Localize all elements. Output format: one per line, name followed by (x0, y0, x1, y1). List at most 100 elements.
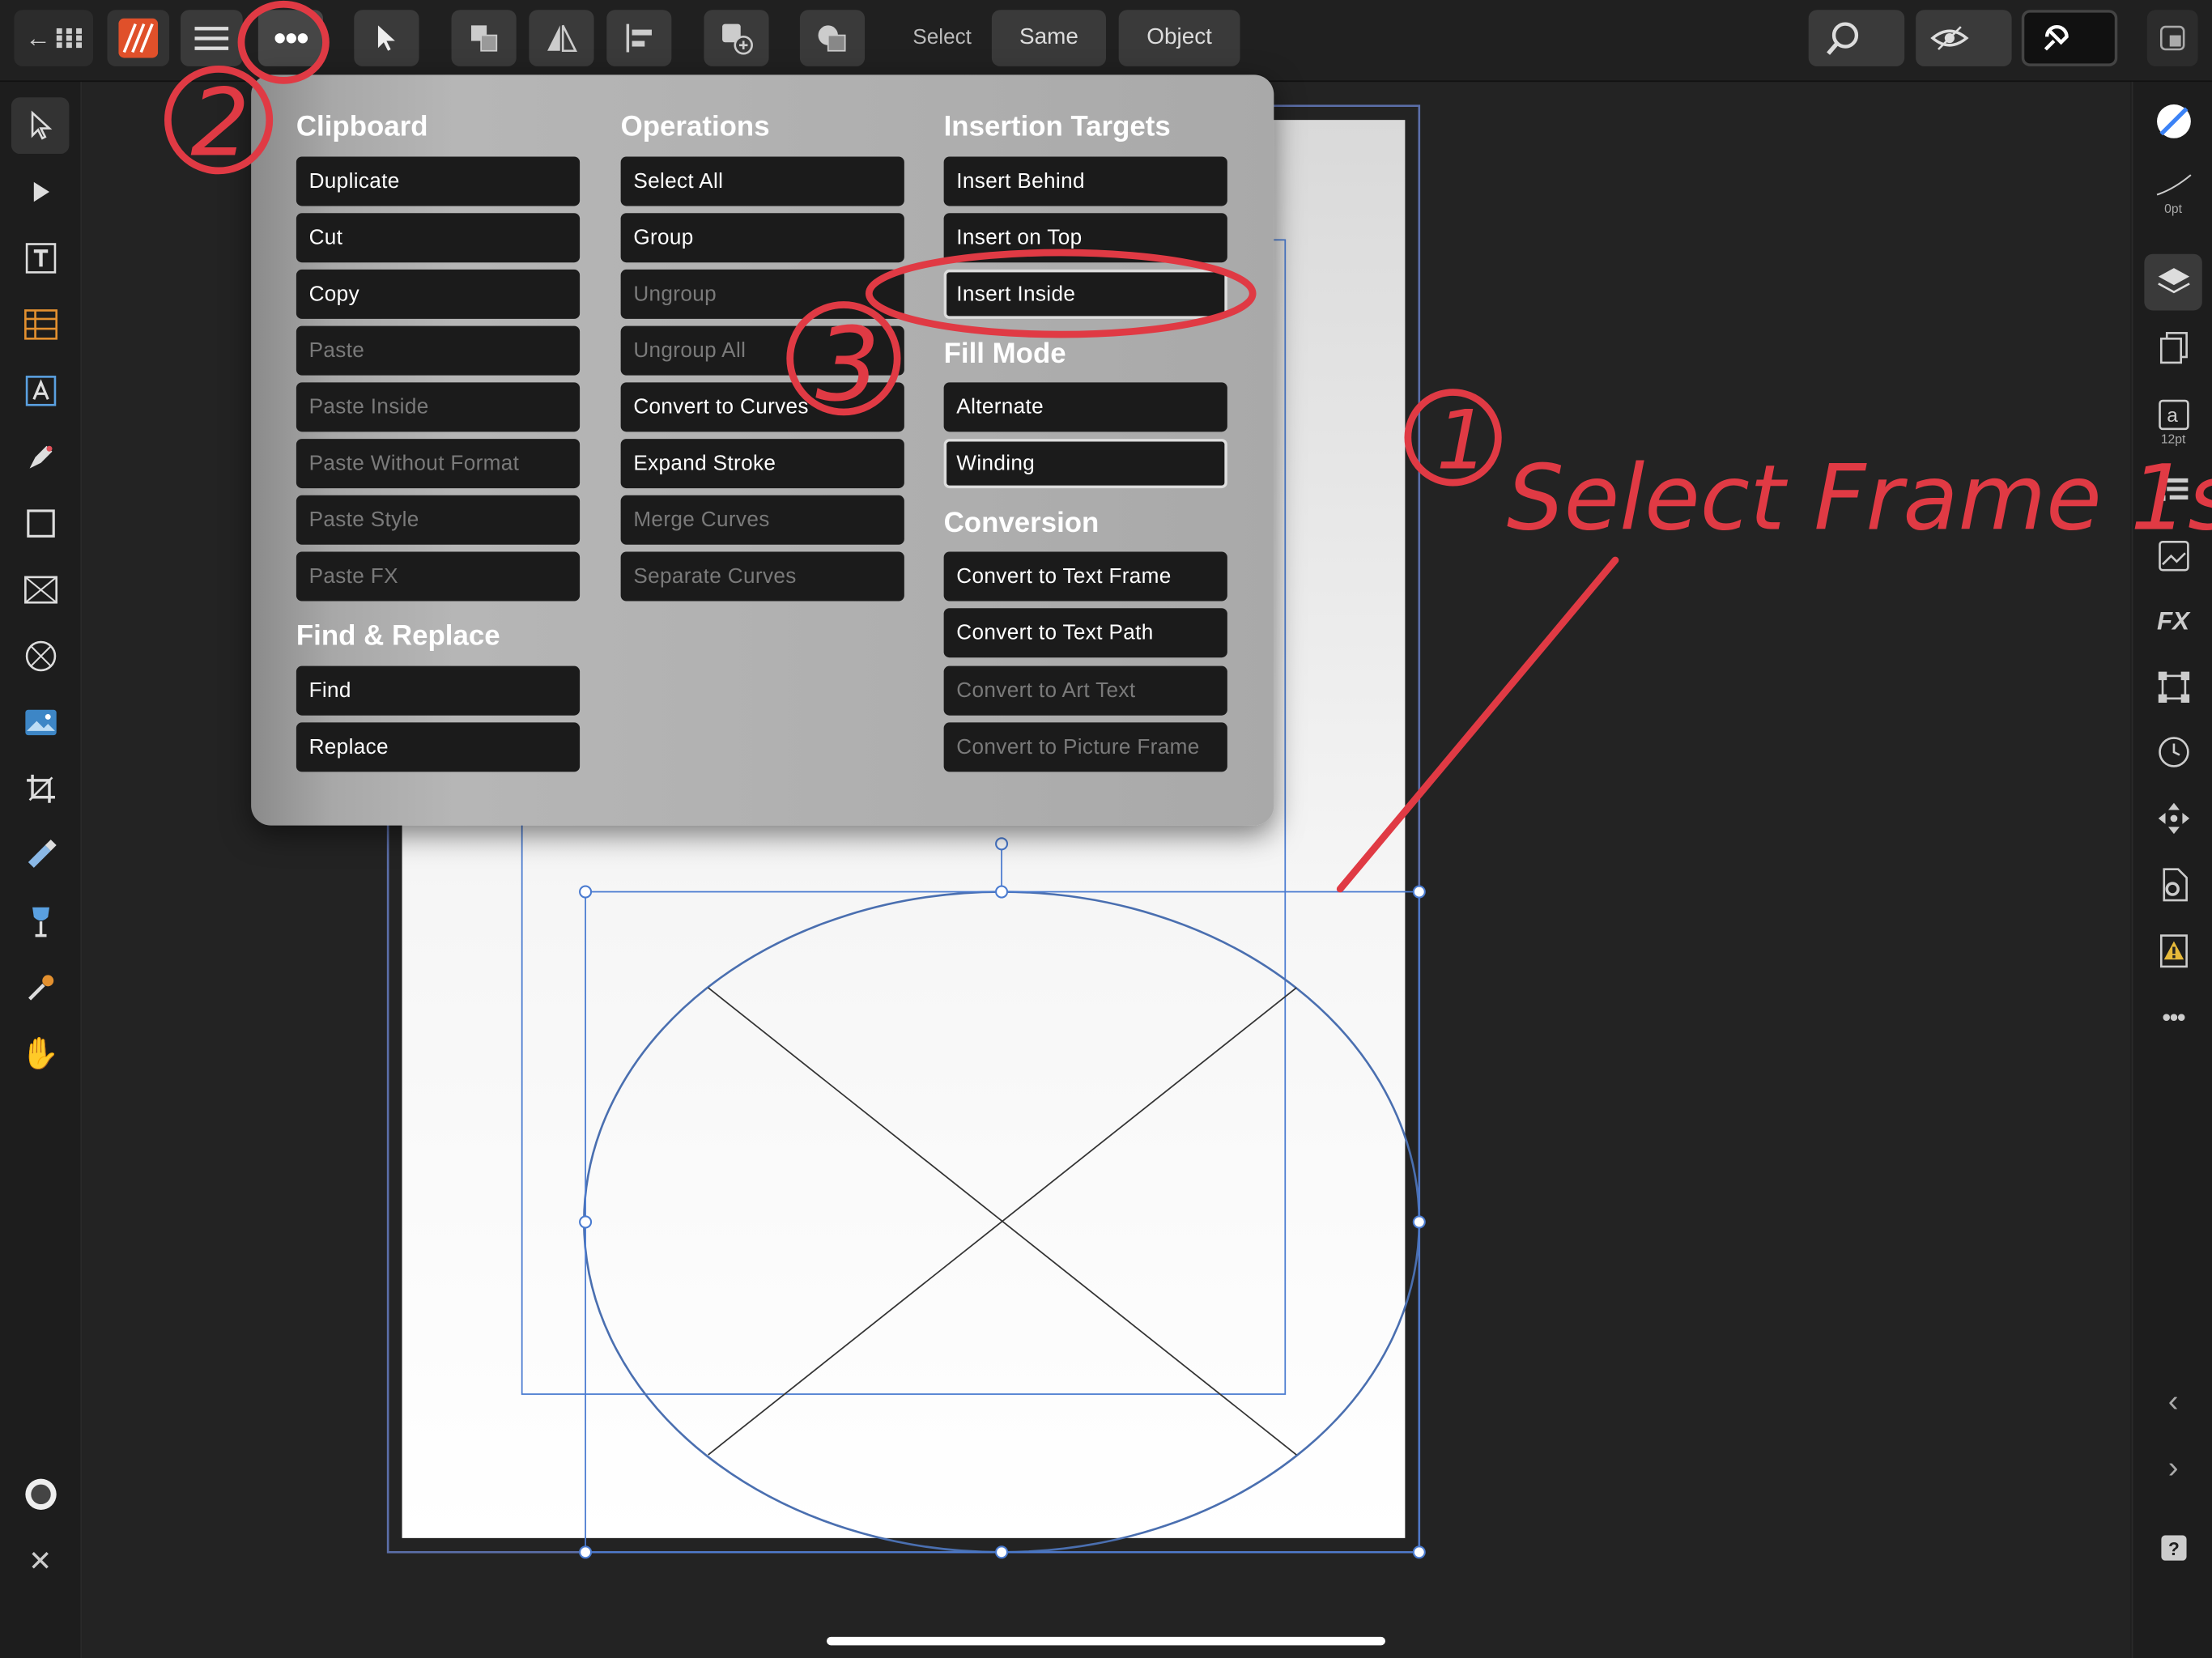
app-window: ← ••• Select Same Object ✋ ✕ 0pt a 12pt … (0, 0, 2212, 1658)
select-label: Select (912, 25, 972, 50)
move-tool-context-button[interactable] (354, 10, 419, 66)
ellipse-frame-tool[interactable] (11, 628, 69, 685)
back-arrow-icon: ← (25, 23, 51, 52)
stroke-studio-button[interactable]: 0pt (2144, 155, 2201, 229)
move-tool-icon (30, 110, 52, 140)
zoom-button[interactable] (1808, 10, 1905, 66)
table-icon (23, 309, 57, 340)
place-image-tool[interactable] (11, 695, 69, 751)
hamburger-icon (194, 27, 229, 50)
more-studios-button[interactable]: ••• (2144, 989, 2201, 1046)
insert-inside-button[interactable]: Insert Inside (943, 269, 1227, 319)
add-object-icon (722, 23, 753, 55)
duplicate-button[interactable]: Duplicate (296, 156, 581, 206)
view-mode-button[interactable] (1916, 10, 2012, 66)
app-persona-button[interactable] (107, 10, 170, 66)
select-all-button[interactable]: Select All (620, 156, 904, 206)
rectangle-icon (26, 509, 54, 538)
edit-context-menu: Clipboard Duplicate Cut Copy Paste Paste… (251, 74, 1274, 826)
conversion-heading: Conversion (943, 508, 1100, 539)
stroke-width-value: 0pt (2164, 201, 2182, 215)
boolean-button[interactable] (799, 10, 866, 66)
document-settings-button[interactable] (2144, 857, 2201, 913)
color-studio-button[interactable] (2144, 93, 2201, 150)
collapse-right-button[interactable]: › (2144, 1439, 2201, 1496)
group-button[interactable]: Group (620, 213, 904, 263)
chevron-right-icon: › (2167, 1449, 2179, 1485)
ungroup-button[interactable]: Ungroup (620, 269, 904, 319)
winding-fill-button[interactable]: Winding (943, 439, 1227, 489)
navigator-arrows-icon (2157, 802, 2189, 835)
arrange-button[interactable] (451, 10, 517, 66)
transform-studio-button[interactable] (2144, 659, 2201, 716)
paste-style-button[interactable]: Paste Style (296, 495, 581, 545)
convert-to-text-path-button[interactable]: Convert to Text Path (943, 608, 1227, 658)
collapse-left-button[interactable]: ‹ (2144, 1373, 2201, 1430)
preflight-studio-button[interactable] (2144, 923, 2201, 980)
convert-to-picture-frame-button[interactable]: Convert to Picture Frame (943, 722, 1227, 772)
flip-button[interactable] (529, 10, 594, 66)
fill-mode-heading: Fill Mode (943, 338, 1066, 370)
merge-curves-button[interactable]: Merge Curves (620, 495, 904, 545)
text-styles-studio-button[interactable]: a 12pt (2144, 387, 2201, 457)
text-size-value: 12pt (2160, 431, 2186, 445)
rectangle-tool[interactable] (11, 495, 69, 552)
node-tool[interactable] (11, 164, 69, 220)
grid-icon (56, 28, 83, 49)
insert-button[interactable] (704, 10, 769, 66)
main-menu-button[interactable] (181, 10, 243, 66)
window-resize-button[interactable] (2146, 10, 2198, 66)
paste-without-format-button[interactable]: Paste Without Format (296, 439, 581, 489)
cut-button[interactable]: Cut (296, 213, 581, 263)
frame-text-tool[interactable] (11, 230, 69, 287)
snapping-button[interactable] (2021, 10, 2118, 66)
svg-text:a: a (2166, 404, 2177, 426)
crop-tool[interactable] (11, 760, 69, 817)
home-indicator[interactable] (827, 1636, 1385, 1646)
select-object-button[interactable]: Object (1118, 10, 1240, 66)
table-tool[interactable] (11, 296, 69, 353)
find-button[interactable]: Find (296, 665, 581, 716)
artistic-text-tool[interactable] (11, 363, 69, 419)
layers-studio-button[interactable] (2144, 253, 2202, 311)
pen-tool[interactable] (11, 429, 69, 486)
alternate-fill-button[interactable]: Alternate (943, 382, 1227, 432)
close-studio-button[interactable]: ✕ (11, 1533, 69, 1589)
fill-tool[interactable] (11, 827, 69, 883)
select-same-button[interactable]: Same (991, 10, 1106, 66)
insert-on-top-button[interactable]: Insert on Top (943, 213, 1227, 263)
expand-stroke-button[interactable]: Expand Stroke (620, 439, 904, 489)
pages-studio-button[interactable] (2144, 321, 2201, 377)
history-studio-button[interactable] (2144, 724, 2201, 780)
ungroup-all-button[interactable]: Ungroup All (620, 325, 904, 376)
color-well[interactable] (11, 1466, 69, 1523)
paste-button[interactable]: Paste (296, 325, 581, 376)
move-tool[interactable] (11, 97, 70, 154)
convert-to-art-text-button[interactable]: Convert to Art Text (943, 665, 1227, 716)
publisher-app-icon (118, 18, 159, 58)
effects-studio-button[interactable]: FX (2144, 593, 2201, 649)
more-menu-button[interactable]: ••• (257, 10, 323, 66)
back-to-documents-button[interactable]: ← (14, 10, 93, 66)
layers-icon (2157, 268, 2189, 294)
navigator-studio-button[interactable] (2144, 790, 2201, 847)
convert-to-curves-button[interactable]: Convert to Curves (620, 382, 904, 432)
paste-inside-button[interactable]: Paste Inside (296, 382, 581, 432)
magnifier-icon (1827, 22, 1859, 55)
align-button[interactable] (606, 10, 672, 66)
ellipsis-icon: ••• (2162, 1002, 2185, 1031)
color-picker-tool[interactable] (11, 959, 69, 1016)
replace-button[interactable]: Replace (296, 722, 581, 772)
rectangle-frame-tool[interactable] (11, 562, 69, 619)
paragraph-studio-button[interactable] (2144, 463, 2201, 520)
eyedropper-icon (28, 975, 53, 1001)
transparency-tool[interactable] (11, 893, 69, 950)
separate-curves-button[interactable]: Separate Curves (620, 551, 904, 602)
help-button[interactable]: ? (2144, 1520, 2201, 1576)
resource-studio-button[interactable] (2144, 528, 2201, 585)
convert-to-text-frame-button[interactable]: Convert to Text Frame (943, 551, 1227, 602)
paste-fx-button[interactable]: Paste FX (296, 551, 581, 602)
insert-behind-button[interactable]: Insert Behind (943, 156, 1227, 206)
view-tool[interactable]: ✋ (11, 1026, 69, 1082)
copy-button[interactable]: Copy (296, 269, 581, 319)
